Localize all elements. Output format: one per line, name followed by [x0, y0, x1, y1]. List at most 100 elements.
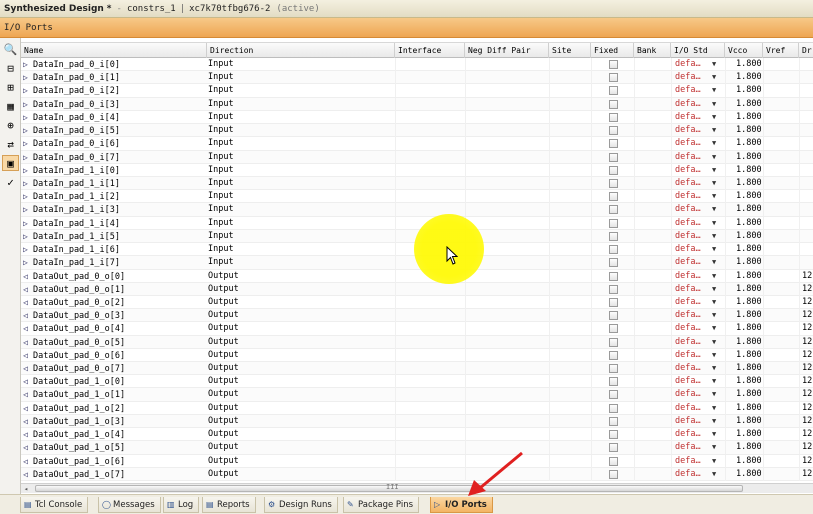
io-std-cell[interactable]: defa… ▼	[671, 295, 725, 309]
table-row[interactable]: ▷ DataIn_pad_1_i[4] Input defa… ▼ 1.800	[21, 216, 813, 230]
column-header-name[interactable]: Name	[21, 43, 207, 58]
io-std-cell[interactable]: defa… ▼	[671, 414, 725, 428]
table-row[interactable]: ▷ DataIn_pad_1_i[3] Input defa… ▼ 1.800	[21, 203, 813, 217]
site-cell[interactable]	[549, 176, 591, 190]
drive-cell[interactable]: 12	[799, 282, 813, 296]
port-name-cell[interactable]: ◁ DataOut_pad_1_o[1]	[21, 388, 207, 401]
fixed-checkbox[interactable]	[609, 99, 618, 109]
site-cell[interactable]	[549, 84, 591, 98]
vref-cell[interactable]	[763, 243, 799, 257]
table-row[interactable]: ◁ DataOut_pad_0_o[7] Output defa… ▼ 1.800 12	[21, 362, 813, 376]
port-name-cell[interactable]: ▷ DataIn_pad_1_i[5]	[21, 230, 207, 243]
table-row[interactable]: ▷ DataIn_pad_0_i[1] Input defa… ▼ 1.800	[21, 71, 813, 85]
scrollbar-thumb[interactable]: III	[35, 483, 743, 492]
port-name-cell[interactable]: ▷ DataIn_pad_1_i[1]	[21, 177, 207, 190]
interface-cell[interactable]	[395, 348, 465, 362]
fixed-checkbox[interactable]	[609, 245, 618, 255]
chevron-down-icon[interactable]: ▼	[712, 111, 716, 124]
drive-cell[interactable]	[799, 190, 813, 204]
io-std-cell[interactable]: defa… ▼	[671, 335, 725, 349]
tab-design-runs[interactable]: ⚙ Design Runs	[264, 497, 338, 513]
fixed-checkbox[interactable]	[609, 430, 618, 440]
io-std-cell[interactable]: defa… ▼	[671, 309, 725, 323]
fixed-checkbox[interactable]	[609, 60, 618, 69]
drive-cell[interactable]	[799, 110, 813, 124]
create-interface-icon[interactable]: ⊕	[2, 117, 19, 133]
drive-cell[interactable]: 12	[799, 428, 813, 442]
bank-cell[interactable]	[634, 71, 671, 85]
site-cell[interactable]	[549, 203, 591, 217]
io-std-cell[interactable]: defa… ▼	[671, 401, 725, 415]
drive-cell[interactable]: 12	[799, 441, 813, 455]
chevron-down-icon[interactable]: ▼	[712, 455, 716, 468]
io-std-cell[interactable]: defa… ▼	[671, 467, 725, 481]
fixed-checkbox[interactable]	[609, 218, 618, 228]
neg-diff-pair-cell[interactable]	[465, 362, 549, 376]
bank-cell[interactable]	[634, 467, 671, 481]
vref-cell[interactable]	[763, 84, 799, 98]
site-cell[interactable]	[549, 467, 591, 481]
port-name-cell[interactable]: ◁ DataOut_pad_0_o[3]	[21, 309, 207, 322]
tab-i-o-ports[interactable]: ▷ I/O Ports	[430, 497, 493, 513]
neg-diff-pair-cell[interactable]	[465, 335, 549, 349]
interface-cell[interactable]	[395, 137, 465, 151]
neg-diff-pair-cell[interactable]	[465, 176, 549, 190]
bank-cell[interactable]	[634, 414, 671, 428]
column-header-io-std[interactable]: I/O Std	[671, 43, 725, 58]
vref-cell[interactable]	[763, 97, 799, 111]
chevron-down-icon[interactable]: ▼	[712, 296, 716, 309]
site-cell[interactable]	[549, 441, 591, 455]
drive-cell[interactable]: 12	[799, 322, 813, 336]
neg-diff-pair-cell[interactable]	[465, 124, 549, 138]
interface-cell[interactable]	[395, 441, 465, 455]
io-std-cell[interactable]: defa… ▼	[671, 362, 725, 376]
vref-cell[interactable]	[763, 388, 799, 402]
chevron-down-icon[interactable]: ▼	[712, 177, 716, 190]
table-row[interactable]: ◁ DataOut_pad_0_o[0] Output defa… ▼ 1.800 12	[21, 269, 813, 283]
port-name-cell[interactable]: ◁ DataOut_pad_0_o[4]	[21, 322, 207, 335]
fixed-checkbox[interactable]	[609, 86, 618, 96]
io-std-cell[interactable]: defa… ▼	[671, 176, 725, 190]
fixed-checkbox[interactable]	[609, 364, 618, 374]
interface-cell[interactable]	[395, 335, 465, 349]
vref-cell[interactable]	[763, 309, 799, 323]
bank-cell[interactable]	[634, 216, 671, 230]
fixed-checkbox[interactable]	[609, 205, 618, 215]
drive-cell[interactable]	[799, 243, 813, 257]
bank-cell[interactable]	[634, 348, 671, 362]
vref-cell[interactable]	[763, 110, 799, 124]
port-name-cell[interactable]: ◁ DataOut_pad_0_o[2]	[21, 296, 207, 309]
interface-cell[interactable]	[395, 150, 465, 164]
table-row[interactable]: ◁ DataOut_pad_0_o[4] Output defa… ▼ 1.800 12	[21, 322, 813, 336]
bank-cell[interactable]	[634, 295, 671, 309]
io-std-cell[interactable]: defa… ▼	[671, 282, 725, 296]
table-row[interactable]: ◁ DataOut_pad_0_o[1] Output defa… ▼ 1.800 12	[21, 282, 813, 296]
tab-reports[interactable]: ▤ Reports	[202, 497, 256, 513]
vref-cell[interactable]	[763, 454, 799, 468]
site-cell[interactable]	[549, 124, 591, 138]
fixed-checkbox[interactable]	[609, 337, 618, 347]
site-cell[interactable]	[549, 309, 591, 323]
chevron-down-icon[interactable]: ▼	[712, 441, 716, 454]
drive-cell[interactable]	[799, 176, 813, 190]
fixed-checkbox[interactable]	[609, 311, 618, 321]
neg-diff-pair-cell[interactable]	[465, 84, 549, 98]
io-std-cell[interactable]: defa… ▼	[671, 229, 725, 243]
port-name-cell[interactable]: ▷ DataIn_pad_0_i[7]	[21, 151, 207, 164]
chevron-down-icon[interactable]: ▼	[712, 283, 716, 296]
fixed-checkbox[interactable]	[609, 416, 618, 426]
bank-cell[interactable]	[634, 428, 671, 442]
drive-cell[interactable]: 12	[799, 269, 813, 283]
interface-cell[interactable]	[395, 176, 465, 190]
vref-cell[interactable]	[763, 348, 799, 362]
chevron-down-icon[interactable]: ▼	[712, 362, 716, 375]
neg-diff-pair-cell[interactable]	[465, 137, 549, 151]
drive-cell[interactable]: 12	[799, 401, 813, 415]
drive-cell[interactable]	[799, 71, 813, 85]
table-row[interactable]: ◁ DataOut_pad_0_o[3] Output defa… ▼ 1.800 12	[21, 309, 813, 323]
fixed-checkbox[interactable]	[609, 324, 618, 334]
vref-cell[interactable]	[763, 441, 799, 455]
interface-cell[interactable]	[395, 58, 465, 71]
fixed-checkbox[interactable]	[609, 139, 618, 149]
fixed-checkbox[interactable]	[609, 469, 618, 479]
